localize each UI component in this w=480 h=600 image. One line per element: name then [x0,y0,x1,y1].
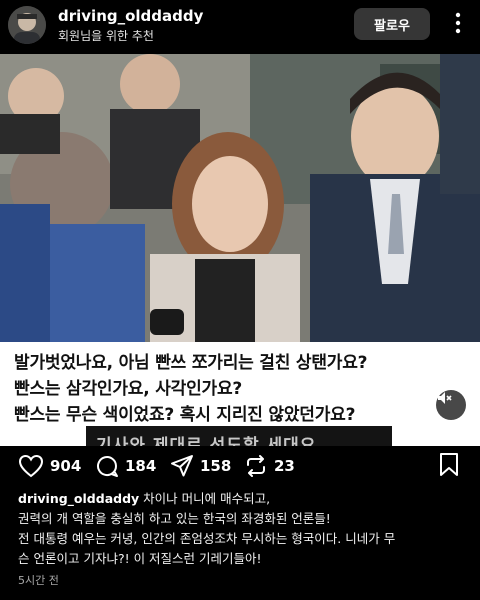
post-media[interactable]: 발가벗었나요, 아님 빤쓰 쪼가리는 걸친 상탠가요? 빤스는 삼각인가요, 사… [0,54,480,446]
avatar[interactable] [8,6,46,44]
overlay-caption-line: 빤스는 삼각인가요, 사각인가요? [14,379,243,399]
speaker-muted-icon[interactable] [436,390,466,420]
repost-button[interactable]: 23 [244,454,295,478]
video-subtitle-text: 기사와 제대로 선도할 세대요 [96,436,317,446]
username[interactable]: driving_olddaddy [58,7,203,25]
comment-icon [97,456,118,477]
overlay-caption-line: 빤스는 무슨 색이었죠? 혹시 지리진 않았던가요? [14,405,356,425]
caption-username[interactable]: driving_olddaddy [18,491,139,506]
comment-count: 184 [125,457,157,475]
send-icon [171,455,193,477]
caption-text-line: 차이나 머니에 매수되고, [143,491,271,506]
repost-count: 23 [274,457,295,475]
more-dots-icon[interactable] [446,10,470,36]
post-timestamp: 5시간 전 [18,574,59,587]
bookmark-icon[interactable] [438,452,460,482]
heart-icon [18,454,44,478]
comment-button[interactable]: 184 [95,454,156,478]
overlay-caption-line: 발가벗었나요, 아님 빤쓰 쪼가리는 걸친 상탠가요? [14,353,368,373]
repost-icon [247,455,265,477]
like-button[interactable]: 904 [18,454,81,478]
share-count: 158 [200,457,232,475]
post-header: driving_olddaddy 회원님을 위한 추천 팔로우 [0,0,480,54]
follow-button[interactable]: 팔로우 [354,8,430,40]
video-subtitle: 기사와 제대로 선도할 세대요 [86,426,392,446]
caption-text-line: 권력의 개 역할을 충실히 하고 있는 한국의 좌경화된 언론들! [18,511,331,526]
post-caption: driving_olddaddy 차이나 머니에 매수되고, 권력의 개 역할을… [18,489,468,569]
share-button[interactable]: 158 [170,454,231,478]
caption-text-line: 슨 언론이고 기자냐?! 이 저질스런 기레기들아! [18,551,262,566]
like-count: 904 [50,457,82,475]
photo-image [0,54,480,342]
action-bar: 904 184 158 23 [0,446,480,486]
suggested-label: 회원님을 위한 추천 [58,29,154,43]
caption-text-line: 전 대통령 예우는 커녕, 인간의 존엄성조차 무시하는 형국이다. 니네가 무 [18,531,396,546]
